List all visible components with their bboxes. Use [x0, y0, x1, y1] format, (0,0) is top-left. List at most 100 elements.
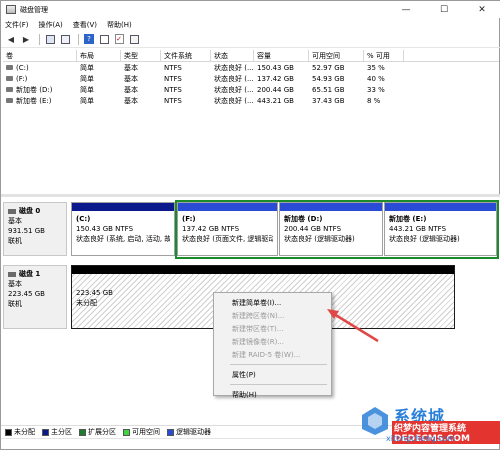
- back-arrow-icon[interactable]: ◀: [5, 33, 17, 45]
- partition-name: 新加卷 (D:): [284, 215, 323, 223]
- help-icon[interactable]: ?: [83, 33, 95, 45]
- percent-free-cell: 8 %: [367, 96, 381, 105]
- partition-c[interactable]: (C:) 150.43 GB NTFS 状态良好 (系统, 启动, 活动, 故): [71, 202, 175, 256]
- legend-primary: 主分区: [42, 427, 72, 437]
- window-controls: — ☐ ✕: [387, 1, 500, 18]
- partition-size: 443.21 GB NTFS: [389, 225, 447, 233]
- partition-e[interactable]: 新加卷 (E:) 443.21 GB NTFS 状态良好 (逻辑驱动器): [384, 202, 497, 256]
- legend-swatch: [167, 428, 174, 436]
- partition-name: 新加卷 (E:): [389, 215, 427, 223]
- properties-icon[interactable]: [98, 33, 110, 45]
- filesystem-cell: NTFS: [164, 96, 182, 105]
- disk-1-type: 基本: [8, 280, 22, 288]
- menu-properties[interactable]: 属性(P): [214, 368, 331, 381]
- menu-new-raid5-volume: 新建 RAID-5 卷(W)...: [232, 350, 301, 359]
- partition-f-details: (F:) 137.42 GB NTFS 状态良好 (页面文件, 逻辑驱动: [178, 211, 277, 247]
- minimize-button[interactable]: —: [387, 1, 425, 18]
- type-cell: 基本: [124, 96, 138, 105]
- type-cell: 基本: [124, 85, 138, 94]
- percent-free-cell: 40 %: [367, 74, 385, 83]
- table-row[interactable]: (F:) 简单 基本 NTFS 状态良好 (... 137.42 GB 54.9…: [3, 73, 499, 84]
- menu-file[interactable]: 文件(F): [5, 20, 29, 30]
- partition-c-details: (C:) 150.43 GB NTFS 状态良好 (系统, 启动, 活动, 故): [72, 211, 174, 247]
- menu-separator: [230, 364, 327, 365]
- layout-cell: 简单: [80, 63, 94, 72]
- disk-icon: [8, 271, 16, 277]
- status-cell: 状态良好 (...: [214, 96, 254, 105]
- table-row[interactable]: (C:) 简单 基本 NTFS 状态良好 (... 150.43 GB 52.9…: [3, 62, 499, 73]
- disk-0-name-row: 磁盘 0: [8, 206, 62, 216]
- legend-label: 未分配: [14, 428, 35, 436]
- disk-management-window: 磁盘管理 — ☐ ✕ 文件(F) 操作(A) 查看(V) 帮助(H) ◀ ▶ ?…: [0, 0, 500, 450]
- column-header-free-space[interactable]: 可用空间: [309, 50, 364, 61]
- partition-f[interactable]: (F:) 137.42 GB NTFS 状态良好 (页面文件, 逻辑驱动: [177, 202, 278, 256]
- watermark: 系统城 织梦内容管理系统 DEDECMS.COM xitongcheng.com: [356, 401, 500, 450]
- volume-list-header: 卷 布局 类型 文件系统 状态 容量 可用空间 % 可用: [3, 50, 499, 62]
- legend-swatch: [42, 428, 49, 436]
- partition-status: 状态良好 (逻辑驱动器): [284, 235, 355, 243]
- logical-drive-bar: [280, 203, 382, 211]
- filesystem-cell: NTFS: [164, 63, 182, 72]
- column-header-status[interactable]: 状态: [211, 50, 254, 61]
- status-cell: 状态良好 (...: [214, 85, 254, 94]
- menu-new-simple-volume[interactable]: 新建简单卷(I)...: [214, 296, 331, 309]
- disk-0-type: 基本: [8, 217, 22, 225]
- menu-separator: [230, 384, 327, 385]
- forward-arrow-icon[interactable]: ▶: [20, 33, 32, 45]
- table-row[interactable]: 新加卷 (E:) 简单 基本 NTFS 状态良好 (... 443.21 GB …: [3, 95, 499, 106]
- filesystem-cell: NTFS: [164, 85, 182, 94]
- capacity-cell: 443.21 GB: [257, 96, 294, 105]
- menu-new-striped-volume: 新建带区卷(T)...: [232, 324, 284, 333]
- partition-status: 状态良好 (页面文件, 逻辑驱动: [182, 235, 273, 243]
- menu-view[interactable]: 查看(V): [73, 20, 97, 30]
- partition-size: 150.43 GB NTFS: [76, 225, 134, 233]
- menu-help[interactable]: 帮助(H): [107, 20, 132, 30]
- list-icon[interactable]: [59, 33, 71, 45]
- free-space-cell: 65.51 GB: [312, 85, 345, 94]
- column-header-volume[interactable]: 卷: [3, 50, 77, 61]
- watermark-url: xitongcheng.com: [386, 434, 456, 443]
- capacity-cell: 137.42 GB: [257, 74, 294, 83]
- console-tree-icon[interactable]: [44, 33, 56, 45]
- partition-status: 状态良好 (系统, 启动, 活动, 故): [76, 235, 170, 243]
- disk-0-info[interactable]: 磁盘 0 基本 931.51 GB 联机: [3, 202, 67, 256]
- volume-name: (C:): [16, 63, 29, 72]
- maximize-button[interactable]: ☐: [425, 1, 463, 18]
- window-title: 磁盘管理: [20, 5, 48, 14]
- layout-cell: 简单: [80, 85, 94, 94]
- drive-icon: [6, 98, 13, 103]
- free-space-cell: 54.93 GB: [312, 74, 345, 83]
- disk-1-info[interactable]: 磁盘 1 基本 223.45 GB 联机: [3, 265, 67, 329]
- properties-sheet-icon[interactable]: [128, 33, 140, 45]
- partition-d[interactable]: 新加卷 (D:) 200.44 GB NTFS 状态良好 (逻辑驱动器): [279, 202, 383, 256]
- partition-d-details: 新加卷 (D:) 200.44 GB NTFS 状态良好 (逻辑驱动器): [280, 211, 382, 247]
- toolbar-separator: [39, 33, 40, 45]
- drive-icon: [6, 76, 13, 81]
- logical-drive-bar: [385, 203, 496, 211]
- unallocated-bar: [72, 266, 454, 274]
- column-header-type[interactable]: 类型: [121, 50, 161, 61]
- column-header-percent-free[interactable]: % 可用: [364, 50, 404, 61]
- column-header-filesystem[interactable]: 文件系统: [161, 50, 211, 61]
- menu-new-mirrored-volume: 新建镜像卷(R)...: [232, 337, 285, 346]
- close-button[interactable]: ✕: [463, 1, 500, 18]
- disk-0-name: 磁盘 0: [19, 207, 41, 215]
- status-cell: 状态良好 (...: [214, 63, 254, 72]
- free-space-cell: 37.43 GB: [312, 96, 345, 105]
- column-header-layout[interactable]: 布局: [77, 50, 121, 61]
- type-cell: 基本: [124, 63, 138, 72]
- menu-help-item[interactable]: 帮助(H): [214, 388, 331, 401]
- column-header-capacity[interactable]: 容量: [254, 50, 309, 61]
- menu-bar: 文件(F) 操作(A) 查看(V) 帮助(H): [1, 18, 500, 31]
- legend-extended: 扩展分区: [79, 427, 116, 437]
- menu-action[interactable]: 操作(A): [39, 20, 63, 30]
- check-icon[interactable]: ✓: [113, 33, 125, 45]
- table-row[interactable]: 新加卷 (D:) 简单 基本 NTFS 状态良好 (... 200.44 GB …: [3, 84, 499, 95]
- drive-icon: [6, 65, 13, 70]
- volume-name: 新加卷 (E:): [16, 96, 52, 105]
- percent-free-cell: 35 %: [367, 63, 385, 72]
- status-cell: 状态良好 (...: [214, 74, 254, 83]
- filesystem-cell: NTFS: [164, 74, 182, 83]
- volume-list: 卷 布局 类型 文件系统 状态 容量 可用空间 % 可用 (C:) 简单 基本 …: [3, 50, 499, 106]
- toolbar-separator: [78, 33, 79, 45]
